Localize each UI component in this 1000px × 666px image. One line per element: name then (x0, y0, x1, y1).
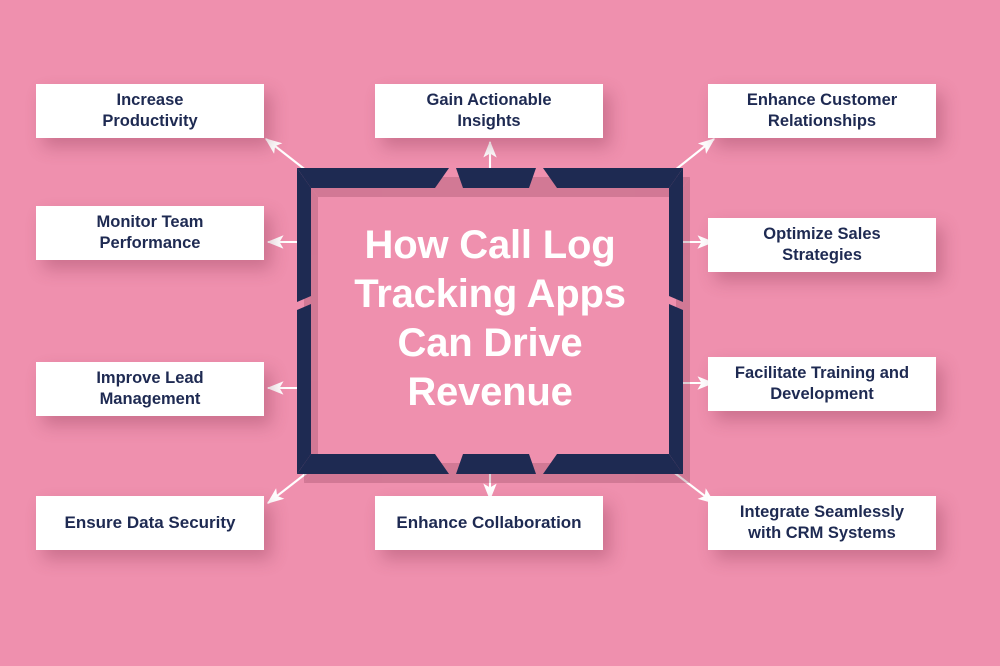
infographic-canvas: How Call Log Tracking Apps Can Drive Rev… (0, 0, 1000, 666)
card-label-gain-actionable-insights: Gain Actionable Insights (426, 90, 552, 130)
card-label-integrate-seamlessly-with-crm-systems: Integrate Seamlessly with CRM Systems (739, 502, 905, 542)
card-label-enhance-collaboration: Enhance Collaboration (396, 513, 582, 533)
card-improve-lead-management[interactable]: Improve Lead Management (36, 362, 264, 416)
card-increase-productivity[interactable]: Increase Productivity (36, 84, 264, 138)
card-gain-actionable-insights[interactable]: Gain Actionable Insights (375, 84, 603, 138)
card-label-ensure-data-security: Ensure Data Security (64, 513, 236, 533)
card-integrate-seamlessly-with-crm-systems[interactable]: Integrate Seamlessly with CRM Systems (708, 496, 936, 550)
card-label-increase-productivity: Increase Productivity (102, 90, 198, 130)
center-title-block: How Call Log Tracking Apps Can Drive Rev… (297, 168, 683, 470)
card-label-improve-lead-management: Improve Lead Management (96, 368, 204, 408)
card-facilitate-training-and-development[interactable]: Facilitate Training and Development (708, 357, 936, 411)
card-label-enhance-customer-relationships: Enhance Customer Relationships (746, 90, 898, 130)
card-enhance-collaboration[interactable]: Enhance Collaboration (375, 496, 603, 550)
card-optimize-sales-strategies[interactable]: Optimize Sales Strategies (708, 218, 936, 272)
center-title-text: How Call Log Tracking Apps Can Drive Rev… (354, 223, 626, 414)
card-ensure-data-security[interactable]: Ensure Data Security (36, 496, 264, 550)
card-enhance-customer-relationships[interactable]: Enhance Customer Relationships (708, 84, 936, 138)
card-monitor-team-performance[interactable]: Monitor Team Performance (36, 206, 264, 260)
card-label-facilitate-training-and-development: Facilitate Training and Development (734, 363, 910, 403)
card-label-optimize-sales-strategies: Optimize Sales Strategies (763, 224, 881, 264)
card-label-monitor-team-performance: Monitor Team Performance (96, 212, 204, 252)
center-frame: How Call Log Tracking Apps Can Drive Rev… (297, 168, 690, 483)
